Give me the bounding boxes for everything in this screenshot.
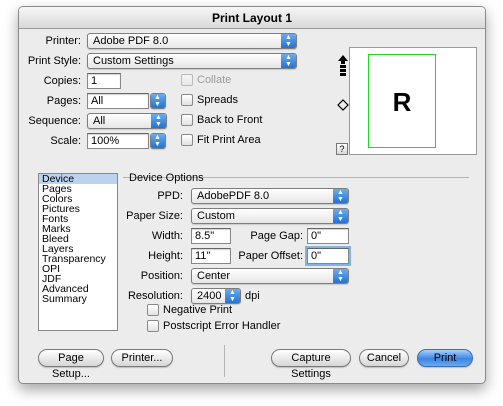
- position-label: Position:: [140, 270, 183, 282]
- pages-value: All: [91, 95, 104, 107]
- pages-popup-button[interactable]: ▲ ▼: [150, 93, 166, 109]
- sequence-label: Sequence:: [28, 115, 81, 127]
- collate-label: Collate: [197, 74, 232, 86]
- width-label: Width:: [151, 230, 183, 242]
- settings-category-list[interactable]: Device Pages Colors Pictures Fonts Marks Bleed…: [38, 173, 118, 331]
- sidebar-item-summary[interactable]: Summary: [39, 294, 117, 305]
- negative-print-label: Negative Print: [163, 304, 233, 316]
- cancel-button[interactable]: Cancel: [359, 349, 409, 367]
- print-style-popup[interactable]: Custom Settings ▲ ▼: [87, 53, 297, 69]
- paper-offset-field[interactable]: 0": [307, 248, 349, 264]
- device-options-title: Device Options: [129, 172, 204, 184]
- resolution-value: 2400: [197, 290, 222, 302]
- paper-offset-label: Paper Offset:: [238, 250, 303, 262]
- popup-arrows-icon: ▲ ▼: [151, 134, 165, 148]
- printer-popup[interactable]: Adobe PDF 8.0 ▲ ▼: [87, 33, 297, 49]
- position-value: Center: [197, 270, 231, 282]
- printer-button[interactable]: Printer...: [111, 349, 173, 367]
- sequence-popup[interactable]: All ▲ ▼: [87, 113, 167, 129]
- scale-label: Scale:: [50, 135, 81, 147]
- page-preview: R: [349, 47, 477, 155]
- print-button[interactable]: Print: [417, 349, 473, 367]
- position-popup[interactable]: Center ▲ ▼: [191, 268, 349, 284]
- resolution-popup[interactable]: 2400 ▲ ▼: [191, 288, 241, 304]
- page-setup-button[interactable]: Page Setup...: [38, 349, 104, 380]
- popup-arrows-icon: ▲ ▼: [151, 114, 166, 128]
- popup-arrows-icon: ▲ ▼: [151, 94, 165, 108]
- back-to-front-checkbox[interactable]: [181, 114, 193, 126]
- popup-arrows-icon: ▲ ▼: [281, 54, 296, 68]
- printer-value: Adobe PDF 8.0: [93, 35, 169, 47]
- help-button[interactable]: ?: [336, 143, 348, 155]
- collate-checkbox[interactable]: [181, 74, 193, 86]
- copies-label: Copies:: [43, 75, 81, 87]
- resolution-label: Resolution:: [127, 290, 183, 302]
- ppd-value: AdobePDF 8.0: [197, 190, 270, 202]
- scale-value: 100%: [91, 135, 120, 147]
- page-gap-label: Page Gap:: [250, 230, 303, 242]
- page-gap-field[interactable]: 0": [307, 228, 349, 244]
- ppd-label: PPD:: [157, 190, 183, 202]
- popup-arrows-icon: ▲ ▼: [333, 209, 348, 223]
- height-label: Height:: [148, 250, 183, 262]
- negative-print-checkbox[interactable]: [147, 304, 159, 316]
- height-field[interactable]: 11": [191, 248, 231, 264]
- postscript-error-handler-checkbox[interactable]: [147, 320, 159, 332]
- popup-arrows-icon: ▲ ▼: [333, 269, 348, 283]
- resolution-unit: dpi: [245, 290, 260, 302]
- postscript-error-handler-label: Postscript Error Handler: [163, 320, 281, 332]
- printer-label: Printer:: [45, 35, 81, 47]
- fit-print-area-checkbox[interactable]: [181, 134, 193, 146]
- paper-size-label: Paper Size:: [126, 210, 183, 222]
- popup-arrows-icon: ▲ ▼: [225, 289, 240, 303]
- portrait-orientation-icon[interactable]: [338, 55, 348, 89]
- spreads-label: Spreads: [197, 94, 238, 106]
- print-style-label: Print Style:: [27, 55, 81, 67]
- window-title: Print Layout 1: [19, 7, 485, 29]
- paper-size-value: Custom: [197, 210, 235, 222]
- pages-field[interactable]: All: [87, 93, 149, 109]
- pages-label: Pages:: [46, 95, 81, 107]
- sequence-value: All: [93, 115, 106, 127]
- popup-arrows-icon: ▲ ▼: [333, 189, 348, 203]
- popup-arrows-icon: ▲ ▼: [281, 34, 296, 48]
- fit-print-area-label: Fit Print Area: [197, 134, 261, 146]
- print-style-value: Custom Settings: [93, 55, 174, 67]
- preview-letter: R: [392, 87, 412, 117]
- spreads-checkbox[interactable]: [181, 94, 193, 106]
- paper-size-popup[interactable]: Custom ▲ ▼: [191, 208, 349, 224]
- print-layout-dialog: Print Layout 1 Printer: Adobe PDF 8.0 ▲ ▼…: [18, 6, 486, 384]
- capture-settings-button[interactable]: Capture Settings: [271, 349, 351, 380]
- landscape-orientation-icon[interactable]: [337, 99, 349, 111]
- ppd-popup[interactable]: AdobePDF 8.0 ▲ ▼: [191, 188, 349, 204]
- scale-field[interactable]: 100%: [87, 133, 149, 149]
- scale-popup-button[interactable]: ▲ ▼: [150, 133, 166, 149]
- back-to-front-label: Back to Front: [197, 114, 263, 126]
- button-separator: [224, 345, 225, 377]
- width-field[interactable]: 8.5": [191, 228, 231, 244]
- page-outline: R: [368, 54, 436, 148]
- copies-field[interactable]: 1: [87, 73, 121, 89]
